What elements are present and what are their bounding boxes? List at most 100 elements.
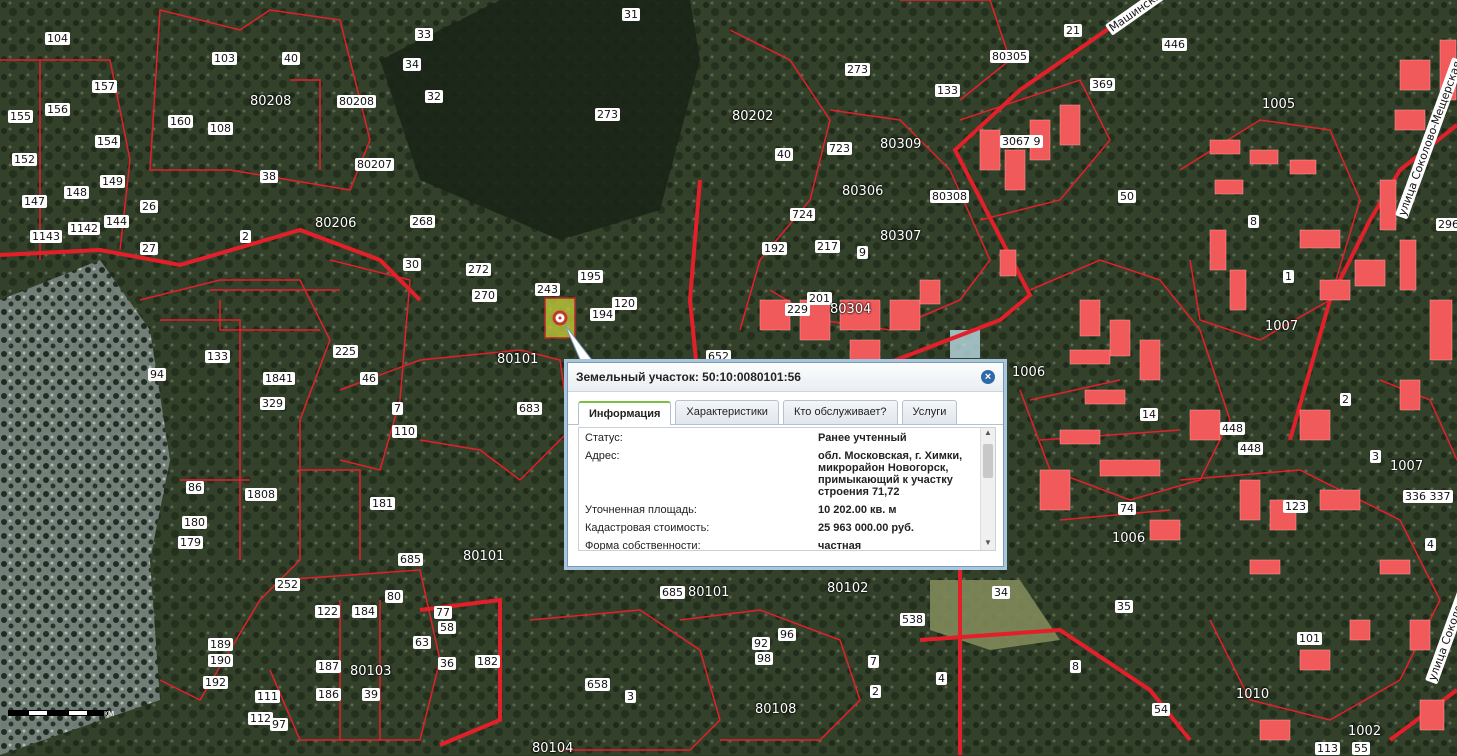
parcel-number-label: 1841: [263, 372, 295, 385]
info-key: Статус:: [585, 432, 623, 444]
cadastral-block-label: 80103: [350, 664, 392, 679]
parcel-number-label: 336 337: [1403, 490, 1453, 503]
scale-segment: [48, 710, 68, 716]
tab-services[interactable]: Услуги: [901, 400, 958, 424]
info-value: обл. Московская, г. Химки, микрорайон Но…: [818, 450, 963, 498]
scale-bar: км: [8, 708, 114, 718]
info-row: Кадастровая стоимость: 25 963 000.00 руб.: [585, 522, 975, 534]
parcel-number-label: 252: [275, 578, 300, 591]
parcel-number-label: 27: [140, 242, 158, 255]
parcel-number-label: 98: [755, 652, 773, 665]
parcel-number-label: 123: [1283, 500, 1308, 513]
parcel-number-label: 268: [410, 215, 435, 228]
parcel-number-label: 80: [385, 590, 403, 603]
parcel-number-label: 180: [182, 516, 207, 529]
parcel-number-label: 157: [92, 80, 117, 93]
cadastral-block-label: 80306: [842, 184, 884, 199]
scale-label: км: [104, 708, 115, 718]
parcel-number-label: 94: [148, 368, 166, 381]
parcel-number-label: 32: [425, 90, 443, 103]
parcel-number-label: 154: [95, 135, 120, 148]
parcel-number-label: 8: [1070, 660, 1081, 673]
parcel-number-label: 4: [936, 672, 947, 685]
cadastral-block-label: 80309: [880, 137, 922, 152]
info-table: Статус: Ранее учтенный Адрес: обл. Московс…: [585, 432, 975, 550]
parcel-number-label: 111: [255, 690, 280, 703]
parcel-number-label: 186: [316, 688, 341, 701]
parcel-number-label: 190: [208, 654, 233, 667]
cadastral-block-label: 1006: [1112, 531, 1146, 546]
info-key: Адрес:: [585, 450, 620, 462]
scroll-down-icon[interactable]: ▼: [981, 538, 995, 550]
parcel-number-label: 538: [900, 613, 925, 626]
parcel-number-label: 58: [438, 621, 456, 634]
parcel-number-label: 160: [168, 115, 193, 128]
parcel-number-label: 80305: [990, 50, 1029, 63]
tab-who-serves[interactable]: Кто обслуживает?: [782, 400, 898, 424]
parcel-number-label: 658: [585, 678, 610, 691]
parcel-number-label: 9: [857, 246, 868, 259]
scale-segment: [28, 710, 48, 716]
parcel-number-label: 133: [935, 84, 960, 97]
parcel-number-label: 369: [1090, 78, 1115, 91]
parcel-number-label: 50: [1118, 190, 1136, 203]
parcel-number-label: 1143: [30, 230, 62, 243]
parcel-number-label: 2: [240, 230, 251, 243]
parcel-number-label: 243: [535, 283, 560, 296]
scale-segment: [68, 710, 88, 716]
parcel-number-label: 122: [315, 605, 340, 618]
parcel-number-label: 194: [590, 308, 615, 321]
cadastral-block-label: 80307: [880, 229, 922, 244]
parcel-number-label: 272: [466, 263, 491, 276]
cadastral-block-label: 1007: [1265, 319, 1299, 334]
cadastral-block-label: 80101: [688, 585, 730, 600]
cadastral-block-label: 1010: [1236, 687, 1270, 702]
parcel-number-label: 113: [1315, 742, 1340, 755]
parcel-number-label: 195: [578, 270, 603, 283]
cadastral-block-label: 80304: [830, 302, 872, 317]
parcel-number-label: 21: [1064, 24, 1082, 37]
popup-tabs: Информация Характеристики Кто обслуживае…: [568, 392, 1003, 425]
parcel-number-label: 229: [785, 303, 810, 316]
tab-characteristics[interactable]: Характеристики: [675, 400, 779, 424]
info-key: Кадастровая стоимость:: [585, 522, 710, 534]
parcel-number-label: 683: [517, 402, 542, 415]
parcel-number-label: 181: [370, 497, 395, 510]
parcel-number-label: 40: [282, 52, 300, 65]
scroll-up-icon[interactable]: ▲: [981, 428, 995, 440]
scroll-thumb[interactable]: [983, 444, 993, 478]
tab-information[interactable]: Информация: [578, 401, 672, 425]
parcel-number-label: 448: [1220, 422, 1245, 435]
parcel-number-label: 155: [8, 110, 33, 123]
parcel-number-label: 35: [1115, 600, 1133, 613]
parcel-number-label: 1142: [68, 222, 100, 235]
info-key: Уточненная площадь:: [585, 504, 697, 516]
parcel-number-label: 110: [392, 425, 417, 438]
parcel-number-label: 92: [752, 637, 770, 650]
parcel-number-label: 108: [208, 122, 233, 135]
parcel-number-label: 97: [270, 718, 288, 731]
parcel-number-label: 34: [992, 586, 1010, 599]
parcel-number-label: 2: [1340, 393, 1351, 406]
info-content: Статус: Ранее учтенный Адрес: обл. Московс…: [578, 427, 996, 551]
parcel-number-label: 7: [392, 402, 403, 415]
info-row: Адрес: обл. Московская, г. Химки, микрора…: [585, 450, 975, 498]
parcel-number-label: 96: [778, 628, 796, 641]
parcel-number-label: 120: [612, 297, 637, 310]
parcel-number-label: 179: [178, 536, 203, 549]
parcel-number-label: 104: [45, 32, 70, 45]
popup-title: Земельный участок: 50:10:0080101:56: [576, 370, 801, 384]
snow-forest-area: [0, 260, 170, 755]
parcel-number-label: 80208: [337, 95, 376, 108]
cadastral-block-label: 80208: [250, 94, 292, 109]
close-icon[interactable]: ×: [981, 370, 995, 384]
parcel-number-label: 192: [762, 242, 787, 255]
scrollbar[interactable]: ▲ ▼: [980, 428, 995, 550]
parcel-number-label: 273: [595, 108, 620, 121]
parcel-number-label: 8: [1248, 215, 1259, 228]
info-value: 25 963 000.00 руб.: [818, 522, 914, 534]
parcel-marker-icon[interactable]: [552, 310, 568, 326]
parcel-number-label: 182: [475, 655, 500, 668]
parcel-number-label: 33: [415, 28, 433, 41]
parcel-number-label: 80308: [930, 190, 969, 203]
